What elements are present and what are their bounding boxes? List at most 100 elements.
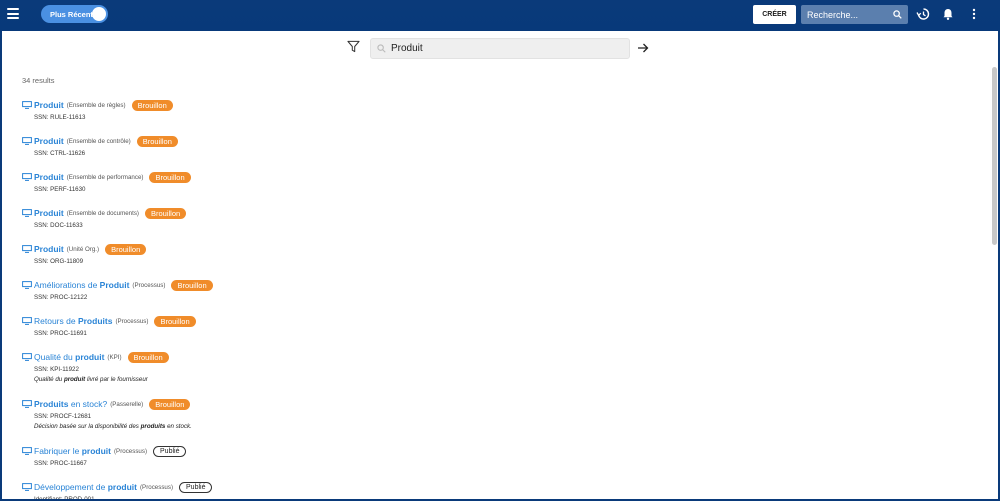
- result-title-line: Fabriquer le produit (Processus) Publié: [22, 445, 922, 457]
- result-ssn: SSN: PERF-11630: [34, 186, 86, 193]
- result-description: Décision basée sur la disponibilité des …: [34, 423, 192, 430]
- toggle-knob: [92, 7, 106, 21]
- result-ssn: SSN: PROC-11691: [34, 330, 87, 337]
- monitor-icon: [22, 483, 32, 491]
- monitor-icon: [22, 245, 32, 253]
- status-badge: Brouillon: [144, 207, 187, 219]
- list-item: Produit (Ensemble de documents) Brouillon S…: [22, 207, 922, 243]
- result-link[interactable]: Produit: [34, 136, 64, 146]
- main-search-input[interactable]: [391, 43, 611, 54]
- list-item: Produit (Ensemble de règles) Brouillon SSN:…: [22, 99, 922, 135]
- result-ssn: SSN: KPI-11922: [34, 366, 79, 373]
- monitor-icon: [22, 281, 32, 289]
- status-badge: Brouillon: [171, 279, 213, 291]
- history-icon[interactable]: [916, 7, 930, 21]
- result-title-line: Produit (Ensemble de documents) Brouillon: [22, 207, 922, 219]
- status-badge: Publié: [153, 445, 187, 457]
- monitor-icon: [22, 101, 32, 109]
- result-ssn: SSN: PROCF-12681: [34, 413, 92, 420]
- more-vert-icon[interactable]: [967, 7, 981, 21]
- arrow-right-icon[interactable]: [637, 42, 649, 54]
- search-icon[interactable]: [893, 10, 902, 19]
- result-type: (Ensemble de performance): [66, 173, 144, 181]
- result-title-line: Produit (Ensemble de règles) Brouillon: [22, 99, 922, 111]
- status-badge: Brouillon: [154, 315, 196, 327]
- list-item: Produit (Ensemble de performance) Brouillo…: [22, 171, 922, 207]
- result-type: (KPI): [107, 353, 122, 361]
- result-ssn: SSN: PROC-12122: [34, 294, 88, 301]
- monitor-icon: [22, 447, 32, 455]
- result-type: (Passerelle): [110, 400, 144, 408]
- results-list: Produit (Ensemble de règles) Brouillon SSN:…: [22, 99, 922, 501]
- result-title-line: Produit (Ensemble de performance) Brouillo…: [22, 171, 922, 183]
- global-search: [801, 5, 908, 24]
- list-item: Produits en stock? (Passerelle) Brouillon S…: [22, 398, 922, 445]
- result-ssn: SSN: RULE-11613: [34, 114, 86, 121]
- result-title-line: Produit (Unité Org.) Brouillon: [22, 243, 922, 255]
- monitor-icon: [22, 400, 32, 408]
- global-search-input[interactable]: [807, 9, 889, 20]
- list-item: Qualité du produit (KPI) Brouillon SSN: KPI…: [22, 351, 922, 398]
- result-type: (Ensemble de documents): [66, 209, 139, 217]
- monitor-icon: [22, 137, 32, 145]
- status-badge: Brouillon: [136, 135, 178, 147]
- monitor-icon: [22, 353, 32, 361]
- status-badge: Publié: [179, 481, 213, 493]
- result-ssn: SSN: CTRL-11626: [34, 150, 86, 157]
- result-ssn: Identifiant: PROD-001: [34, 496, 95, 501]
- filter-icon[interactable]: [347, 40, 360, 53]
- status-badge: Brouillon: [149, 398, 191, 410]
- monitor-icon: [22, 209, 32, 217]
- result-type: (Processus): [140, 483, 174, 491]
- most-recent-toggle[interactable]: Plus Récent: [41, 5, 108, 23]
- result-link[interactable]: Produit: [34, 100, 64, 110]
- status-badge: Brouillon: [127, 351, 169, 363]
- list-item: Développement de produit (Processus) Publi…: [22, 481, 922, 501]
- result-type: (Processus): [115, 317, 149, 325]
- list-item: Améliorations de Produit (Processus) Broui…: [22, 279, 922, 315]
- result-ssn: SSN: PROC-11667: [34, 460, 87, 467]
- menu-icon[interactable]: [7, 8, 19, 20]
- result-link[interactable]: Produit: [34, 244, 64, 254]
- bell-icon[interactable]: [941, 7, 955, 21]
- result-link[interactable]: Développement de produit: [34, 482, 137, 492]
- result-count: 34 results: [22, 76, 55, 85]
- status-badge: Brouillon: [149, 171, 191, 183]
- result-title-line: Produit (Ensemble de contrôle) Brouillon: [22, 135, 922, 147]
- list-item: Produit (Ensemble de contrôle) Brouillon SS…: [22, 135, 922, 171]
- status-badge: Brouillon: [131, 99, 173, 111]
- result-title-line: Retours de Produits (Processus) Brouillon: [22, 315, 922, 327]
- monitor-icon: [22, 317, 32, 325]
- result-title-line: Produits en stock? (Passerelle) Brouillon: [22, 398, 922, 410]
- result-title-line: Qualité du produit (KPI) Brouillon: [22, 351, 922, 363]
- result-type: (Processus): [114, 447, 148, 455]
- result-type: (Ensemble de règles): [66, 101, 126, 109]
- search-icon: [377, 44, 386, 53]
- scrollbar[interactable]: [992, 67, 997, 245]
- top-app-bar: Plus Récent CRÉER: [0, 0, 1000, 31]
- status-badge: Brouillon: [105, 243, 147, 255]
- result-link[interactable]: Qualité du produit: [34, 352, 104, 362]
- result-ssn: SSN: DOC-11633: [34, 222, 83, 229]
- result-type: (Processus): [132, 281, 166, 289]
- monitor-icon: [22, 173, 32, 181]
- result-link[interactable]: Produits en stock?: [34, 399, 107, 409]
- list-item: Produit (Unité Org.) Brouillon SSN: ORG-118…: [22, 243, 922, 279]
- results-panel: 34 results Produit(Ensemble de règles)Br…: [0, 31, 1000, 501]
- toggle-label: Plus Récent: [50, 9, 93, 19]
- result-type: (Unité Org.): [66, 245, 100, 253]
- result-title-line: Améliorations de Produit (Processus) Broui…: [22, 279, 922, 291]
- result-link[interactable]: Fabriquer le produit: [34, 446, 111, 456]
- result-description: Qualité du produit livré par le fourniss…: [34, 376, 148, 383]
- result-link[interactable]: Améliorations de Produit: [34, 280, 129, 290]
- result-title-line: Développement de produit (Processus) Publi…: [22, 481, 922, 493]
- result-ssn: SSN: ORG-11809: [34, 258, 84, 265]
- result-link[interactable]: Produit: [34, 208, 64, 218]
- result-link[interactable]: Retours de Produits: [34, 316, 112, 326]
- result-type: (Ensemble de contrôle): [66, 137, 131, 145]
- main-search-box: [370, 38, 630, 59]
- list-item: Fabriquer le produit (Processus) Publié SSN…: [22, 445, 922, 481]
- create-button[interactable]: CRÉER: [753, 5, 796, 24]
- list-item: Retours de Produits (Processus) Brouillon S…: [22, 315, 922, 351]
- result-link[interactable]: Produit: [34, 172, 64, 182]
